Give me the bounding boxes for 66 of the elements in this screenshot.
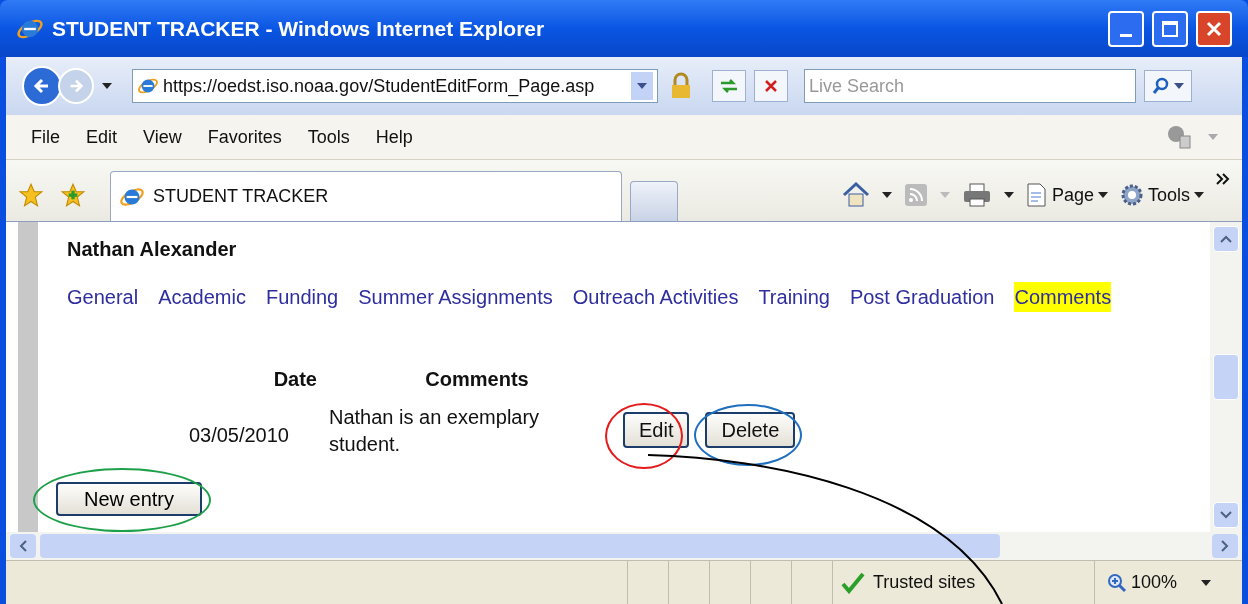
home-icon[interactable] [841,182,870,208]
edit-button[interactable]: Edit [623,412,690,448]
page-icon [1025,183,1048,207]
stop-button[interactable] [754,70,788,102]
browser-tab[interactable]: STUDENT TRACKER [110,171,622,221]
chevron-icon[interactable] [1216,173,1230,185]
menu-item[interactable]: File [18,123,73,151]
date-cell-text: 03/05/2010 [187,423,290,448]
add-favorites-icon[interactable] [60,182,86,208]
window-title: STUDENT TRACKER - Windows Internet Explorer [52,15,546,42]
address-field[interactable]: https://oedst.iso.noaa.gov/StudentEditForm_Page.asp [132,69,658,103]
menu-item[interactable]: Edit [73,123,131,151]
scroll-up-icon[interactable] [1220,235,1232,243]
delete-button[interactable]: Delete [705,412,796,448]
gear-icon [1119,183,1144,207]
favorites-star-icon[interactable] [18,182,44,208]
section-link[interactable]: Funding [265,282,339,312]
section-link[interactable]: Summer Assignments [358,282,553,312]
section-link[interactable]: General [67,282,139,312]
refresh-icon [719,77,739,95]
page-menu-button[interactable]: Page [1025,181,1108,209]
security-zone: Trusted sites [873,571,976,594]
close-icon [1206,20,1222,37]
stop-icon [763,78,779,94]
section-link[interactable]: Outreach Activities [572,282,739,312]
menu-item[interactable]: Help [362,123,426,151]
search-button[interactable] [1144,70,1192,102]
scroll-thumb[interactable] [1213,354,1239,400]
comment-cell-text: Nathan is an exemplary student. [328,405,541,457]
scroll-left-icon[interactable] [19,540,27,552]
student-name: Nathan Alexander [67,237,238,262]
column-header: Comments [424,367,530,392]
search-field[interactable]: Live Search [804,69,1136,103]
menu-item[interactable]: Favorites [194,123,295,151]
scroll-down-icon[interactable] [1220,511,1232,519]
vertical-scrollbar[interactable] [1210,222,1242,532]
caret-icon[interactable] [102,83,112,89]
dropdown-button[interactable] [631,72,653,100]
new-entry-button[interactable]: New entry [56,482,202,516]
zoom-icon[interactable] [1107,572,1127,593]
scroll-thumb[interactable] [40,534,1000,558]
caret-icon[interactable] [1097,192,1108,198]
minimize-button[interactable] [1108,10,1144,47]
section-link[interactable]: Comments [1014,282,1112,312]
check-icon [841,571,865,594]
zoom-level[interactable]: 100% [1131,569,1178,596]
caret-icon[interactable] [1194,192,1204,198]
back-button[interactable] [22,66,62,106]
scroll-right-icon[interactable] [1221,540,1229,552]
print-icon[interactable] [961,182,992,208]
section-link[interactable]: Training [758,282,830,312]
caret-icon[interactable] [1003,192,1014,198]
caret-icon[interactable] [1201,579,1212,586]
close-button[interactable] [1196,10,1232,47]
maximize-button[interactable] [1152,10,1188,47]
section-link[interactable]: Post Graduation [849,282,995,312]
menu-item[interactable]: View [130,123,195,151]
search-icon [1152,77,1170,95]
caret-icon[interactable] [881,192,892,198]
refresh-button[interactable] [712,70,746,102]
horizontal-scrollbar[interactable] [6,532,1242,560]
section-link[interactable]: Academic [158,282,246,312]
caret-icon[interactable] [1174,83,1184,89]
menu-item[interactable]: Tools [294,123,363,151]
column-header: Date [272,367,318,392]
tools-menu-button[interactable]: Tools [1119,181,1204,209]
